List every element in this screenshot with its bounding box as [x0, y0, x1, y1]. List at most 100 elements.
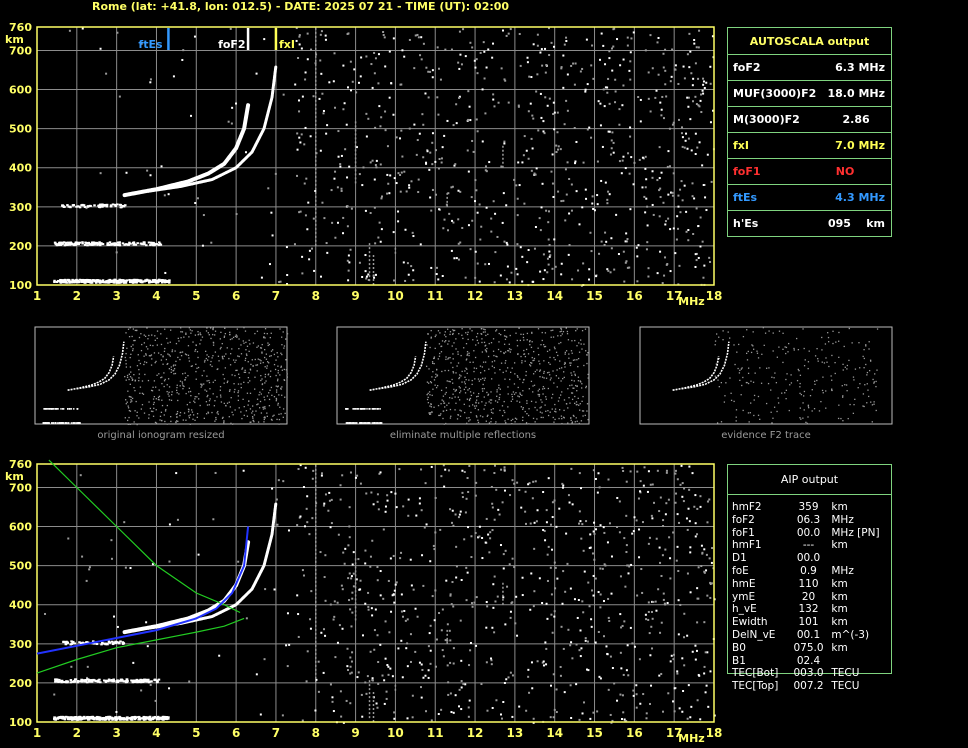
noise-dot	[430, 266, 433, 269]
mini-noise	[251, 415, 254, 418]
mini-noise	[231, 374, 233, 376]
noise-dot	[538, 217, 541, 220]
noise-dot	[491, 56, 494, 59]
aip-table: AIP output hmF2 359 km foF2 06.3 MHz foF1 00.0 M…	[727, 464, 892, 692]
mini-noise	[873, 382, 875, 384]
aip-value: 359	[798, 501, 819, 513]
profile-lower-line	[36, 617, 245, 674]
noise-dot	[463, 538, 466, 541]
noise-dot	[364, 549, 367, 552]
noise-dot	[686, 147, 689, 150]
noise-dot	[628, 565, 631, 568]
noise-dot	[115, 710, 118, 713]
noise-dot	[678, 521, 681, 524]
noise-dot	[622, 155, 625, 158]
mini-noise	[803, 390, 806, 393]
noise-dot	[387, 665, 390, 668]
aip-row: h_vE 132 km	[732, 603, 891, 616]
noise-dot	[259, 713, 262, 716]
noise-dot	[667, 692, 670, 695]
noise-dot	[53, 693, 56, 696]
es-second-hop-point	[100, 242, 103, 245]
ionogram-ionogram-autoscala: 1 2 3 4 5 6 7 8 9 10 11 12 13 14 15 16 17 181002003004005…	[5, 21, 722, 308]
mini-noise	[179, 414, 181, 417]
noise-dot	[367, 117, 370, 120]
noise-dot	[577, 269, 580, 272]
aip-unit: km	[831, 501, 848, 513]
mini-noise	[206, 404, 209, 406]
mini-noise	[735, 416, 737, 418]
noise-dot	[529, 608, 532, 611]
noise-dot	[339, 165, 342, 168]
mini-noise	[437, 358, 439, 360]
noise-dot	[650, 610, 653, 613]
mini-noise	[466, 353, 469, 355]
noise-dot	[449, 639, 452, 642]
mini-noise	[539, 411, 542, 413]
noise-dot	[636, 470, 639, 473]
noise-dot	[689, 50, 692, 53]
noise-dot	[319, 59, 322, 62]
mini-noise	[277, 372, 279, 374]
mini-noise	[466, 358, 468, 360]
noise-dot	[660, 114, 663, 117]
noise-dot	[532, 117, 535, 120]
mini-noise	[499, 409, 501, 412]
noise-dot	[701, 89, 704, 92]
mini-es-hop	[345, 408, 347, 410]
mini-noise	[131, 377, 133, 379]
mini-noise	[196, 351, 199, 353]
mini-noise	[565, 350, 568, 352]
x-tick-label: 11	[427, 289, 444, 303]
noise-dot	[348, 536, 351, 539]
noise-dot	[499, 713, 502, 716]
mini-noise	[266, 412, 268, 414]
mini-noise	[245, 353, 248, 355]
o-trace	[122, 103, 251, 198]
noise-dot	[573, 127, 576, 130]
noise-dot	[647, 610, 650, 613]
mini-noise	[566, 333, 569, 335]
mini-noise	[586, 403, 589, 405]
mini-es	[346, 422, 348, 424]
mini-noise	[875, 380, 877, 383]
noise-dot	[539, 270, 542, 273]
mini-noise	[466, 333, 469, 336]
mini-noise	[866, 374, 868, 376]
mini-noise	[430, 406, 433, 408]
noise-dot	[301, 569, 304, 572]
noise-dot	[606, 202, 609, 205]
x-tick-label: 11	[427, 726, 444, 740]
mini-noise	[521, 362, 523, 364]
noise-dot	[581, 67, 584, 70]
noise-dot	[614, 78, 617, 81]
mini-noise	[444, 369, 446, 372]
noise-dot	[669, 80, 672, 83]
noise-dot	[408, 186, 411, 189]
noise-dot	[99, 47, 102, 50]
noise-dot	[628, 69, 631, 72]
mini-noise	[559, 360, 561, 362]
mini-noise	[177, 399, 179, 402]
noise-dot	[452, 647, 455, 650]
noise-dot	[521, 594, 524, 597]
mini-noise	[429, 405, 431, 407]
mini-noise	[126, 347, 128, 349]
noise-dot	[431, 69, 434, 72]
noise-dot	[518, 489, 521, 492]
noise-dot	[304, 71, 307, 74]
noise-dot	[454, 163, 457, 166]
es-trace-point	[85, 280, 88, 283]
mini-noise	[234, 335, 237, 338]
noise-dot	[642, 693, 645, 696]
mini-noise	[490, 409, 492, 411]
noise-dot	[484, 165, 487, 168]
noise-dot	[571, 278, 574, 281]
noise-dot	[331, 696, 334, 699]
es-second-hop-point	[125, 243, 128, 246]
noise-dot	[516, 481, 519, 484]
mini-noise	[543, 372, 545, 374]
noise-dot	[455, 122, 458, 125]
noise-dot	[577, 599, 580, 602]
noise-dot	[402, 261, 405, 264]
